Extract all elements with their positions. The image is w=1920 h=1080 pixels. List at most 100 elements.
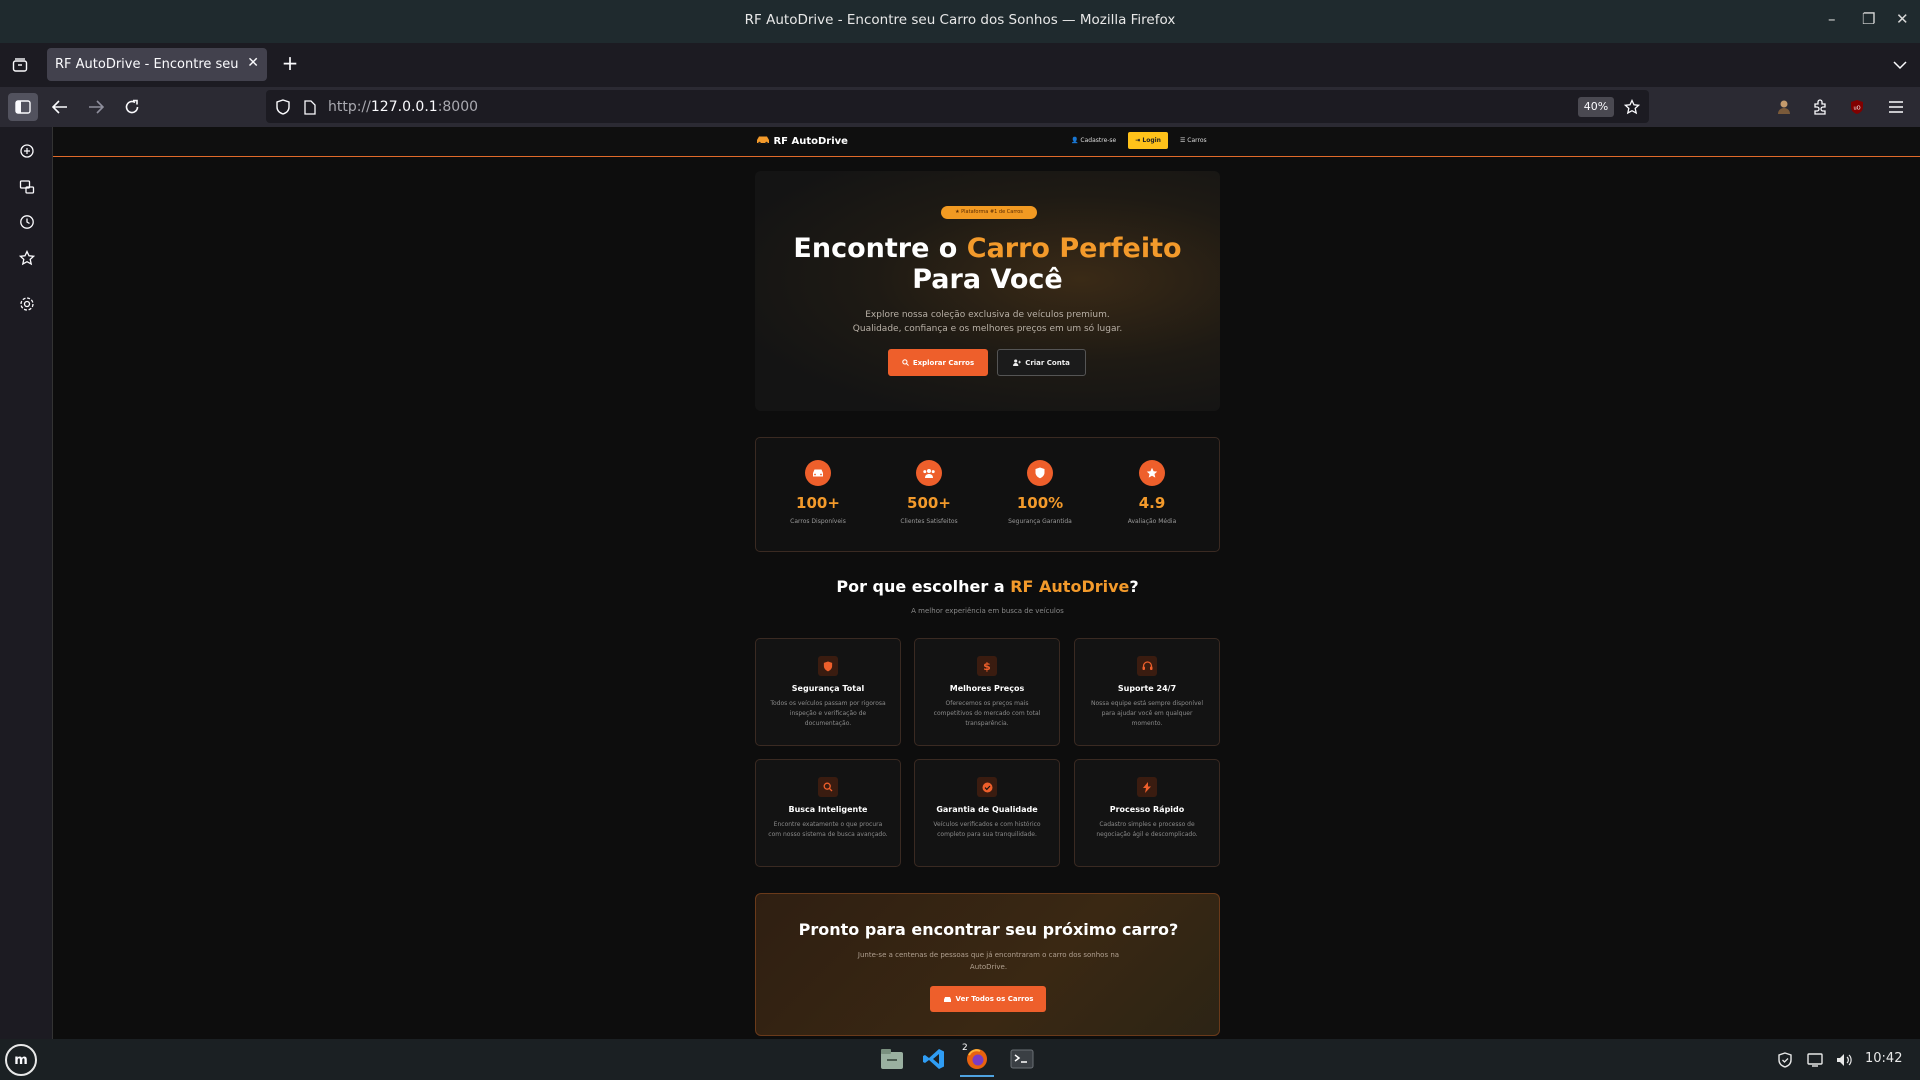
view-all-cars-button[interactable]: Ver Todos os Carros xyxy=(930,986,1046,1012)
ai-chatbot-icon[interactable] xyxy=(17,141,37,161)
car-icon xyxy=(943,996,951,1002)
bookmark-star-icon[interactable] xyxy=(1622,97,1642,117)
feature-card-search: Busca Inteligente Encontre exatamente o … xyxy=(755,759,901,867)
page-viewport: RF AutoDrive 👤 Cadastre-se ⇥ Login ☰ Car… xyxy=(53,127,1920,1039)
site-logo-text: RF AutoDrive xyxy=(773,136,848,147)
hero-badge-text: Plataforma #1 de Carros xyxy=(961,209,1023,215)
tab-close-icon[interactable]: ✕ xyxy=(247,55,259,71)
create-account-label: Criar Conta xyxy=(1025,358,1070,367)
feature-card-quality: Garantia de Qualidade Veículos verificad… xyxy=(914,759,1060,867)
why-subtitle: A melhor experiência em busca de veículo… xyxy=(911,607,1064,615)
headset-icon xyxy=(1137,656,1157,676)
forward-icon[interactable] xyxy=(86,97,106,117)
terminal-icon[interactable] xyxy=(1006,1043,1038,1075)
dollar-icon: $ xyxy=(977,656,997,676)
feature-desc: Cadastro simples e processo de negociaçã… xyxy=(1096,821,1198,838)
why-title-highlight: RF AutoDrive xyxy=(1010,577,1130,596)
hero-title-part2: Para Você xyxy=(912,264,1063,295)
nav-cars-link[interactable]: ☰ Carros xyxy=(1176,134,1211,147)
hero-title-part1: Encontre o xyxy=(793,233,967,264)
tab-rf-autodrive[interactable]: RF AutoDrive - Encontre seu Carro dos So… xyxy=(47,48,267,81)
stat-label: Carros Disponíveis xyxy=(790,518,846,525)
explore-cars-button[interactable]: Explorar Carros xyxy=(888,349,988,376)
minimize-icon[interactable]: – xyxy=(1828,10,1836,28)
display-icon[interactable] xyxy=(1806,1051,1824,1069)
nav-signup-label: Cadastre-se xyxy=(1080,137,1117,144)
stat-rating: 4.9 Avaliação Média xyxy=(1102,460,1202,525)
url-text[interactable]: http://127.0.0.1:8000 xyxy=(328,99,478,115)
close-window-icon[interactable]: ✕ xyxy=(1896,10,1909,28)
shield-icon xyxy=(1027,460,1053,486)
view-all-cars-label: Ver Todos os Carros xyxy=(955,995,1034,1003)
firefox-window-count: 2 xyxy=(962,1043,968,1053)
stat-value: 100+ xyxy=(796,494,840,512)
search-icon xyxy=(818,777,838,797)
stats-panel: 100+ Carros Disponíveis 500+ Clientes Sa… xyxy=(755,437,1220,552)
bookmarks-icon[interactable] xyxy=(17,248,37,268)
extensions-icon[interactable] xyxy=(1810,97,1830,117)
url-bar[interactable]: http://127.0.0.1:8000 xyxy=(266,90,1649,123)
hero-title: Encontre o Carro Perfeito Para Você xyxy=(755,233,1220,295)
settings-gear-icon[interactable] xyxy=(17,294,37,314)
cta-section: Pronto para encontrar seu próximo carro?… xyxy=(755,893,1220,1036)
menu-hamburger-icon[interactable] xyxy=(1886,97,1906,117)
tab-label: RF AutoDrive - Encontre seu Carro dos So… xyxy=(55,57,240,72)
reload-icon[interactable] xyxy=(122,97,142,117)
car-icon xyxy=(805,460,831,486)
feature-card-security: Segurança Total Todos os veículos passam… xyxy=(755,638,901,746)
nav-login-button[interactable]: ⇥ Login xyxy=(1128,132,1168,149)
profile-avatar-icon[interactable] xyxy=(1774,97,1794,117)
feature-title: Busca Inteligente xyxy=(788,805,868,814)
zoom-level-badge[interactable]: 40% xyxy=(1578,97,1614,117)
clock[interactable]: 10:42 xyxy=(1865,1051,1902,1066)
page-info-icon[interactable] xyxy=(302,98,318,116)
stat-label: Clientes Satisfeitos xyxy=(900,518,958,525)
stat-clients: 500+ Clientes Satisfeitos xyxy=(879,460,979,525)
stat-value: 500+ xyxy=(907,494,951,512)
history-icon[interactable] xyxy=(17,212,37,232)
stat-security: 100% Segurança Garantida xyxy=(990,460,1090,525)
mint-menu-icon[interactable]: m xyxy=(5,1044,37,1076)
hero-section: ★ Plataforma #1 de Carros Encontre o Car… xyxy=(755,171,1220,411)
shield-tracking-icon[interactable] xyxy=(274,98,292,116)
feature-card-prices: $ Melhores Preços Oferecemos os preços m… xyxy=(914,638,1060,746)
shield-icon xyxy=(818,656,838,676)
nav-signup-link[interactable]: 👤 Cadastre-se xyxy=(1067,134,1120,147)
create-account-button[interactable]: Criar Conta xyxy=(997,349,1086,376)
explore-cars-label: Explorar Carros xyxy=(912,358,975,367)
stat-value: 4.9 xyxy=(1138,494,1166,512)
why-title-part1: Por que escolher a xyxy=(836,577,1011,596)
firefox-taskbar-icon[interactable]: 2 xyxy=(960,1043,994,1077)
feature-desc: Nossa equipe está sempre disponível para… xyxy=(1091,700,1203,727)
site-nav-links: 👤 Cadastre-se ⇥ Login ☰ Carros xyxy=(1067,132,1211,149)
volume-icon[interactable] xyxy=(1835,1051,1853,1069)
vpn-shield-icon[interactable] xyxy=(1776,1051,1794,1069)
restore-icon[interactable]: ❐ xyxy=(1862,10,1875,28)
feature-desc: Veículos verificados e com histórico com… xyxy=(933,821,1041,838)
login-icon: ⇥ xyxy=(1135,137,1141,144)
file-manager-icon[interactable] xyxy=(876,1043,908,1075)
site-logo[interactable]: RF AutoDrive xyxy=(756,135,848,147)
star-icon xyxy=(1139,460,1165,486)
tab-strip: RF AutoDrive - Encontre seu Carro dos So… xyxy=(0,43,1920,87)
why-title-part2: ? xyxy=(1129,577,1139,596)
hero-subtitle-line2: Qualidade, confiança e os melhores preço… xyxy=(852,324,1123,334)
check-badge-icon xyxy=(977,777,997,797)
stat-label: Avaliação Média xyxy=(1127,518,1177,525)
feature-title: Garantia de Qualidade xyxy=(936,805,1038,814)
back-icon[interactable] xyxy=(50,97,70,117)
tab-manager-icon[interactable] xyxy=(10,55,30,75)
feature-title: Suporte 24/7 xyxy=(1117,684,1177,693)
site-navbar: RF AutoDrive 👤 Cadastre-se ⇥ Login ☰ Car… xyxy=(53,127,1920,157)
nav-cars-label: Carros xyxy=(1187,137,1207,144)
list-tabs-icon[interactable] xyxy=(1890,55,1910,75)
ublock-icon[interactable]: uO xyxy=(1847,97,1867,117)
feature-card-support: Suporte 24/7 Nossa equipe está sempre di… xyxy=(1074,638,1220,746)
synced-tabs-icon[interactable] xyxy=(17,177,37,197)
nav-login-label: Login xyxy=(1142,137,1161,144)
sidebar-toggle-icon[interactable] xyxy=(8,93,38,121)
vscode-icon[interactable] xyxy=(918,1043,950,1075)
new-tab-icon[interactable]: + xyxy=(280,51,300,75)
car-logo-icon xyxy=(756,136,773,147)
user-plus-icon: 👤 xyxy=(1071,137,1079,144)
